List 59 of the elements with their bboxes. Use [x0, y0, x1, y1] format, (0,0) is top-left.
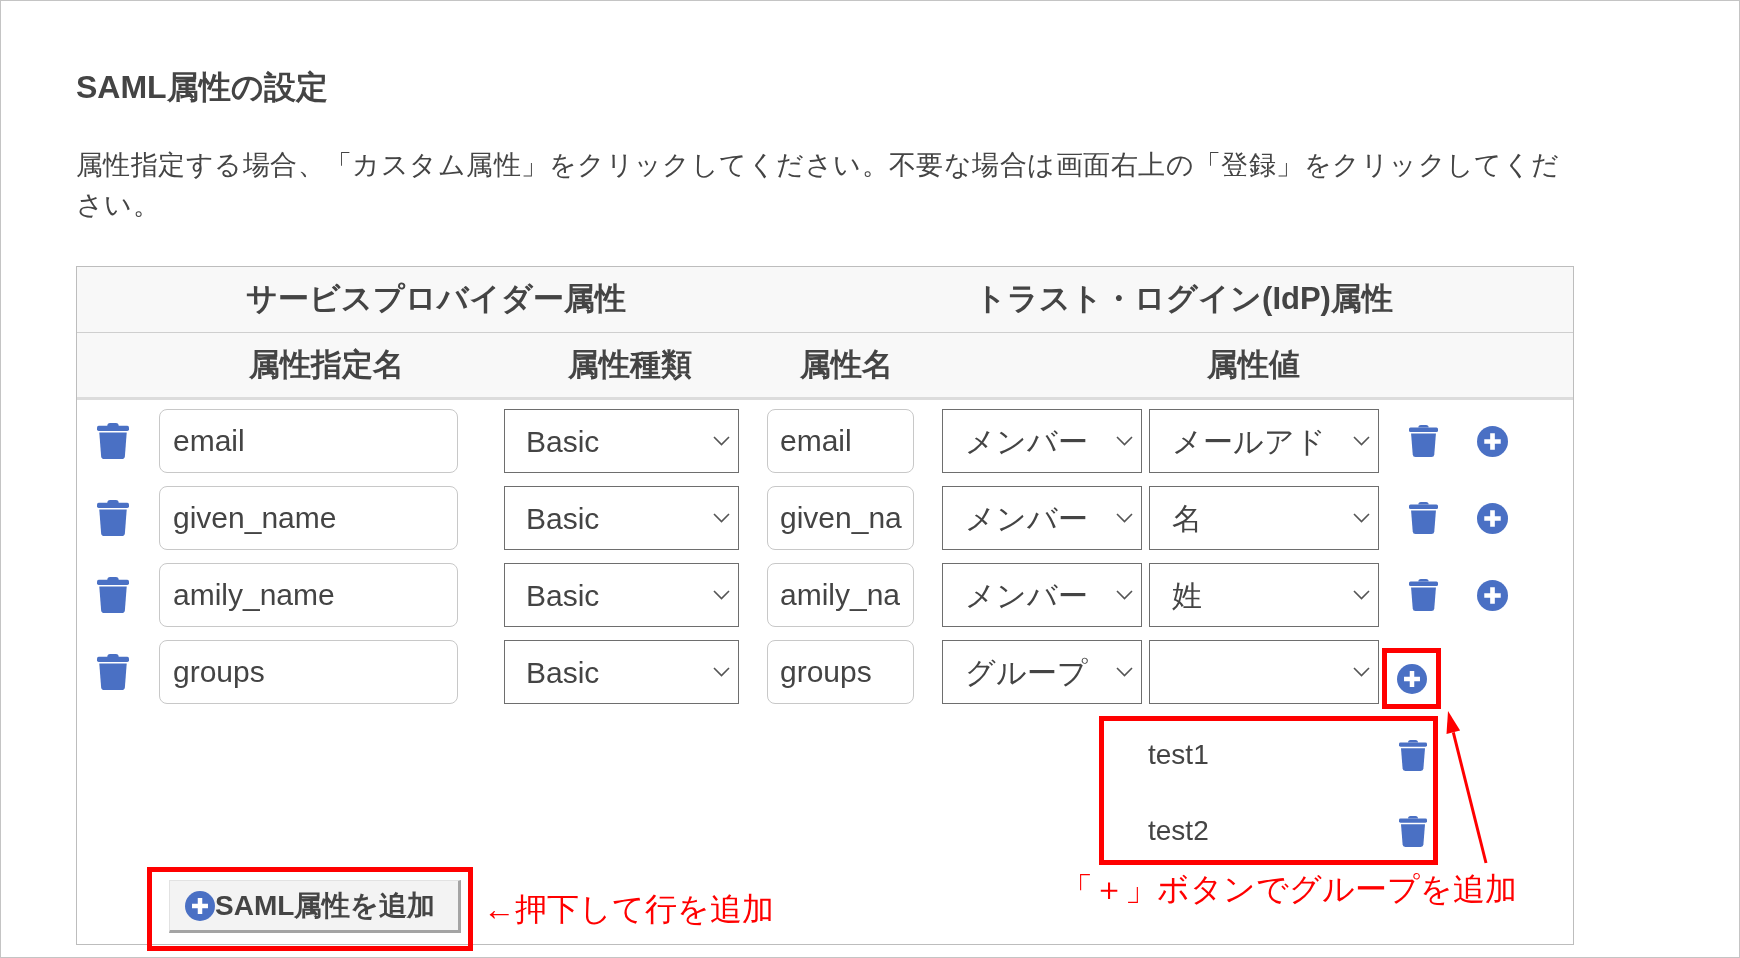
chevron-down-icon [1116, 436, 1133, 446]
chevron-down-icon [1353, 590, 1370, 600]
text-field[interactable]: given_name [159, 486, 458, 550]
trash-icon[interactable] [97, 423, 129, 459]
dropdown[interactable]: Basic [504, 409, 739, 473]
plus-circle-icon[interactable] [1477, 502, 1508, 534]
column-group-header: トラスト・ログイン(IdP)属性 [975, 280, 1393, 319]
text-field[interactable]: amily_name [159, 563, 458, 627]
dropdown[interactable]: メンバー [942, 563, 1142, 627]
dropdown[interactable]: メールアド [1149, 409, 1379, 473]
chevron-down-icon [1116, 667, 1133, 677]
column-group-header: サービスプロバイダー属性 [246, 280, 626, 319]
plus-circle-icon[interactable] [1477, 579, 1508, 611]
text-field[interactable]: email [767, 409, 914, 473]
chevron-down-icon [1353, 513, 1370, 523]
trash-icon[interactable] [1409, 425, 1438, 457]
section-title: SAML属性の設定 [76, 68, 328, 107]
chevron-down-icon [1353, 667, 1370, 677]
description-text: 属性指定する場合、「カスタム属性」をクリックしてください。不要な場合は画面右上の「登録」をクリックしてください。 [76, 149, 1561, 222]
column-header: 属性種類 [568, 345, 692, 384]
text-field[interactable]: groups [767, 640, 914, 704]
dropdown[interactable]: メンバー [942, 486, 1142, 550]
chevron-down-icon [1116, 513, 1133, 523]
chevron-down-icon [713, 590, 730, 600]
text-field[interactable]: email [159, 409, 458, 473]
trash-icon[interactable] [1399, 739, 1427, 771]
trash-icon[interactable] [1409, 502, 1438, 534]
trash-icon[interactable] [97, 577, 129, 613]
add-attribute-button[interactable]: SAML属性を追加 [169, 880, 461, 933]
dropdown[interactable]: 名 [1149, 486, 1379, 550]
chevron-down-icon [713, 513, 730, 523]
annotation-text: ←押下して行を追加 [483, 890, 774, 928]
dropdown[interactable]: Basic [504, 486, 739, 550]
chevron-down-icon [713, 436, 730, 446]
dropdown[interactable]: メンバー [942, 409, 1142, 473]
column-header: 属性指定名 [248, 345, 404, 384]
plus-circle-icon [185, 890, 215, 921]
group-name: test2 [1148, 814, 1209, 848]
dropdown[interactable] [1149, 640, 1379, 704]
text-field[interactable]: groups [159, 640, 458, 704]
chevron-down-icon [1116, 590, 1133, 600]
plus-circle-icon[interactable] [1396, 663, 1427, 694]
annotation-text: 「＋」ボタンでグループを追加 [1061, 870, 1517, 908]
chevron-down-icon [1353, 436, 1370, 446]
dropdown[interactable]: 姓 [1149, 563, 1379, 627]
group-name: test1 [1148, 738, 1209, 772]
dropdown[interactable]: Basic [504, 640, 739, 704]
text-field[interactable]: amily_na [767, 563, 914, 627]
dropdown[interactable]: グループ [942, 640, 1142, 704]
column-header: 属性名 [799, 345, 893, 384]
text-field[interactable]: given_na [767, 486, 914, 550]
trash-icon[interactable] [97, 654, 129, 690]
column-header: 属性値 [1206, 345, 1300, 384]
chevron-down-icon [713, 667, 730, 677]
trash-icon[interactable] [1409, 579, 1438, 611]
trash-icon[interactable] [1399, 815, 1427, 847]
trash-icon[interactable] [97, 500, 129, 536]
plus-circle-icon[interactable] [1477, 425, 1508, 457]
dropdown[interactable]: Basic [504, 563, 739, 627]
